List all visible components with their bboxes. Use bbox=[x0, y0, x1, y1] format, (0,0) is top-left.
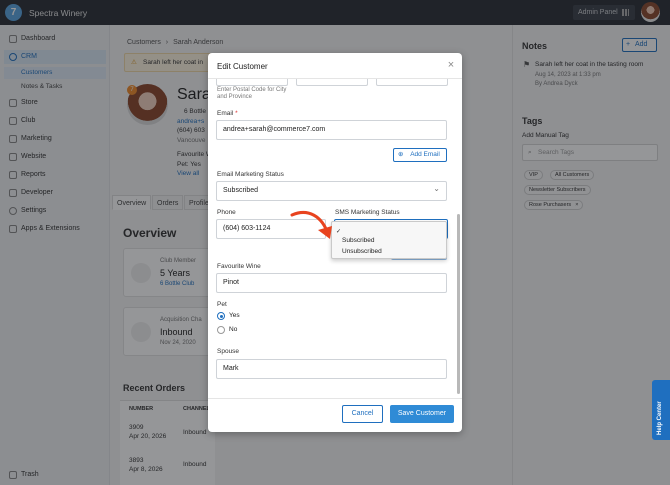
help-center-tab[interactable]: Help Center bbox=[652, 380, 670, 440]
province-input[interactable] bbox=[376, 79, 448, 86]
email-label-text: Email bbox=[217, 110, 234, 117]
save-customer-button[interactable]: Save Customer bbox=[390, 405, 454, 423]
sms-option-unsubscribed[interactable]: Unsubscribed bbox=[332, 247, 446, 257]
cancel-button[interactable]: Cancel bbox=[342, 405, 383, 423]
sms-option-subscribed[interactable]: Subscribed bbox=[332, 236, 446, 246]
add-email-button[interactable]: ⊕ Add Email bbox=[393, 148, 447, 162]
modal-header: Edit Customer × bbox=[208, 53, 462, 79]
postal-code-input[interactable] bbox=[216, 79, 288, 86]
modal-footer-divider bbox=[208, 398, 462, 399]
phone-label: Phone bbox=[217, 209, 236, 216]
email-input[interactable]: andrea+sarah@commerce7.com bbox=[216, 120, 447, 140]
sms-marketing-options: ✓ Subscribed Unsubscribed bbox=[331, 221, 447, 259]
spouse-input[interactable]: Mark bbox=[216, 359, 447, 379]
close-icon[interactable]: × bbox=[445, 59, 457, 71]
favourite-wine-label: Favourite Wine bbox=[217, 263, 261, 270]
pet-yes-label[interactable]: Yes bbox=[229, 312, 240, 319]
pet-no-label[interactable]: No bbox=[229, 326, 237, 333]
city-input[interactable] bbox=[296, 79, 368, 86]
email-label: Email * bbox=[217, 110, 238, 117]
sms-option-blank[interactable]: ✓ bbox=[332, 225, 446, 235]
postal-code-help: Enter Postal Code for City and Province bbox=[217, 87, 287, 100]
required-asterisk: * bbox=[235, 110, 238, 117]
email-marketing-select[interactable]: Subscribed bbox=[216, 180, 447, 201]
add-email-label: Add Email bbox=[410, 151, 440, 158]
sms-marketing-label: SMS Marketing Status bbox=[335, 209, 400, 216]
favourite-wine-input[interactable]: Pinot bbox=[216, 273, 447, 293]
email-marketing-label: Email Marketing Status bbox=[217, 171, 284, 178]
pet-no-radio[interactable] bbox=[217, 326, 225, 334]
pet-label: Pet bbox=[217, 301, 227, 308]
annotation-arrow-icon bbox=[290, 210, 332, 239]
modal-scrollbar[interactable] bbox=[457, 214, 460, 394]
help-center-label: Help Center bbox=[657, 401, 663, 435]
pet-yes-radio[interactable] bbox=[217, 312, 225, 320]
plus-icon: ⊕ bbox=[398, 151, 404, 158]
spouse-label: Spouse bbox=[217, 348, 240, 355]
modal-title: Edit Customer bbox=[217, 62, 268, 71]
